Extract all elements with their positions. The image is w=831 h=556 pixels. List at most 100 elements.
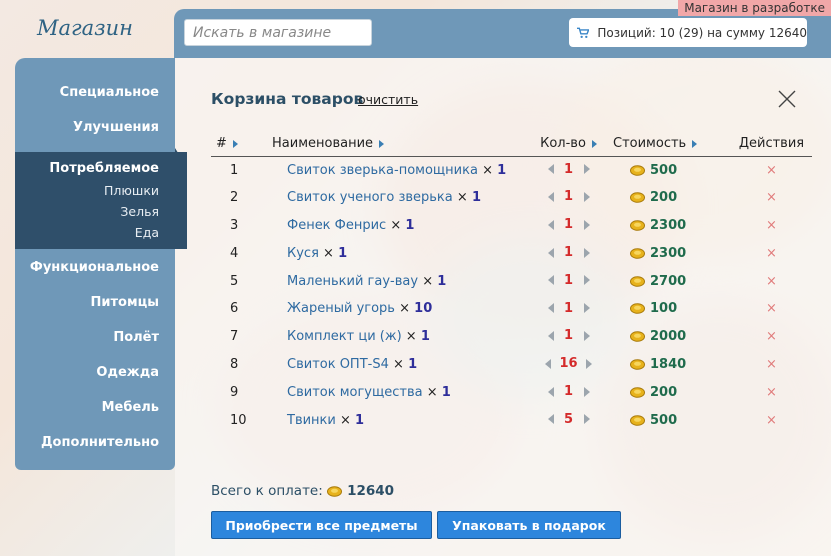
buy-all-button[interactable]: Приобрести все предметы	[211, 511, 432, 539]
item-link[interactable]: Свиток зверька-помощника	[287, 163, 478, 178]
remove-icon[interactable]: ×	[766, 218, 777, 233]
item-link[interactable]: Куся	[287, 246, 319, 261]
item-link[interactable]: Фенек Фенрис	[287, 218, 386, 233]
sidebar-item-flight[interactable]: Полёт	[15, 327, 175, 362]
quantity-value: 1	[563, 217, 574, 233]
quantity-stepper: 1	[526, 295, 611, 323]
times-sign: ×	[456, 190, 468, 206]
sidebar-item-upgrades[interactable]: Улучшения	[15, 117, 175, 152]
search-input[interactable]	[184, 19, 372, 46]
total-value: 12640	[347, 483, 395, 499]
decrease-arrow-icon[interactable]	[547, 330, 554, 341]
cost-cell: 2300	[611, 212, 731, 240]
sidebar-item-pets[interactable]: Питомцы	[15, 292, 175, 327]
remove-icon[interactable]: ×	[766, 413, 777, 428]
table-row: 2 Свиток ученого зверька × 1 1 200 ×	[211, 184, 812, 212]
decrease-arrow-icon[interactable]	[545, 358, 552, 369]
subcategory-treats[interactable]: Плюшки	[15, 180, 159, 201]
increase-arrow-icon[interactable]	[583, 414, 590, 425]
decrease-arrow-icon[interactable]	[547, 164, 554, 175]
increase-arrow-icon[interactable]	[583, 164, 590, 175]
item-stack-count: 1	[355, 412, 365, 428]
subcategory-potions[interactable]: Зелья	[15, 201, 159, 222]
sidebar-item-clothing[interactable]: Одежда	[15, 362, 175, 397]
item-link[interactable]: Комплект ци (ж)	[287, 329, 402, 344]
quantity-stepper: 16	[526, 351, 611, 379]
remove-icon[interactable]: ×	[766, 329, 777, 344]
coin-icon	[630, 220, 645, 231]
decrease-arrow-icon[interactable]	[547, 414, 554, 425]
item-price: 100	[650, 301, 678, 317]
times-sign: ×	[399, 301, 411, 317]
actions-cell: ×	[731, 351, 812, 379]
item-name-cell: Свиток зверька-помощника × 1	[271, 156, 526, 184]
item-link[interactable]: Твинки	[287, 413, 336, 428]
remove-icon[interactable]: ×	[766, 301, 777, 316]
quantity-value: 1	[563, 300, 574, 316]
decrease-arrow-icon[interactable]	[547, 303, 554, 314]
increase-arrow-icon[interactable]	[583, 330, 590, 341]
cart-summary-button[interactable]: Позиций: 10 (29) на сумму 12640	[569, 18, 807, 47]
times-sign: ×	[482, 162, 493, 178]
decrease-arrow-icon[interactable]	[547, 275, 554, 286]
close-icon[interactable]	[778, 90, 796, 108]
increase-arrow-icon[interactable]	[583, 386, 590, 397]
decrease-arrow-icon[interactable]	[547, 219, 554, 230]
category-sidebar: Специальное Улучшения Потребляемое Плюшк…	[15, 58, 187, 470]
item-price: 500	[650, 412, 678, 428]
quantity-stepper: 1	[526, 212, 611, 240]
times-sign: ×	[340, 412, 351, 428]
remove-icon[interactable]: ×	[766, 357, 777, 372]
item-stack-count: 1	[441, 384, 451, 400]
clear-cart-link[interactable]: очистить	[358, 92, 418, 107]
item-name-cell: Комплект ци (ж) × 1	[271, 323, 526, 351]
gift-wrap-button[interactable]: Упаковать в подарок	[437, 511, 621, 539]
item-stack-count: 1	[408, 356, 418, 372]
column-header-name[interactable]: Наименование	[271, 132, 526, 157]
increase-arrow-icon[interactable]	[583, 247, 590, 258]
item-stack-count: 1	[471, 190, 481, 206]
item-price: 500	[650, 162, 678, 178]
quantity-value: 1	[563, 384, 574, 400]
sidebar-item-furniture[interactable]: Мебель	[15, 397, 175, 432]
remove-icon[interactable]: ×	[766, 385, 777, 400]
item-link[interactable]: Свиток ОПТ-S4	[287, 357, 389, 372]
decrease-arrow-icon[interactable]	[547, 386, 554, 397]
remove-icon[interactable]: ×	[766, 190, 777, 205]
remove-icon[interactable]: ×	[766, 274, 777, 289]
sidebar-item-consumables[interactable]: Потребляемое Плюшки Зелья Еда	[15, 152, 187, 249]
times-sign: ×	[323, 245, 334, 261]
quantity-stepper: 1	[526, 323, 611, 351]
item-name-cell: Жареный угорь × 10	[271, 295, 526, 323]
table-header-row: # Наименование Кол-во Стоимость Действия	[211, 132, 812, 157]
subcategory-food[interactable]: Еда	[15, 222, 159, 243]
coin-icon	[630, 247, 645, 259]
sidebar-item-special[interactable]: Специальное	[15, 82, 175, 117]
increase-arrow-icon[interactable]	[583, 275, 590, 286]
item-link[interactable]: Свиток могущества	[287, 385, 423, 400]
sort-arrow-icon[interactable]	[591, 139, 597, 148]
increase-arrow-icon[interactable]	[583, 219, 590, 230]
remove-icon[interactable]: ×	[766, 246, 777, 261]
sidebar-item-additional[interactable]: Дополнительно	[15, 432, 175, 467]
column-header-num[interactable]: #	[211, 132, 271, 157]
sidebar-item-functional[interactable]: Функциональное	[15, 257, 175, 292]
item-link[interactable]: Свиток ученого зверька	[287, 190, 453, 205]
sort-arrow-icon[interactable]	[692, 139, 698, 148]
increase-arrow-icon[interactable]	[583, 191, 590, 202]
quantity-value: 1	[563, 328, 574, 344]
sort-arrow-icon[interactable]	[379, 139, 385, 148]
increase-arrow-icon[interactable]	[583, 303, 590, 314]
sort-arrow-icon[interactable]	[232, 139, 238, 148]
increase-arrow-icon[interactable]	[585, 358, 592, 369]
decrease-arrow-icon[interactable]	[547, 247, 554, 258]
item-link[interactable]: Маленький гау-вау	[287, 274, 418, 289]
column-header-cost[interactable]: Стоимость	[611, 132, 731, 157]
item-link[interactable]: Жареный угорь	[287, 301, 395, 316]
column-header-qty[interactable]: Кол-во	[526, 132, 611, 157]
coin-icon	[630, 275, 645, 287]
table-row: 5 Маленький гау-вау × 1 1 2700 ×	[211, 267, 812, 295]
remove-icon[interactable]: ×	[766, 163, 777, 178]
shop-logo: Магазин	[37, 15, 133, 40]
decrease-arrow-icon[interactable]	[547, 191, 554, 202]
